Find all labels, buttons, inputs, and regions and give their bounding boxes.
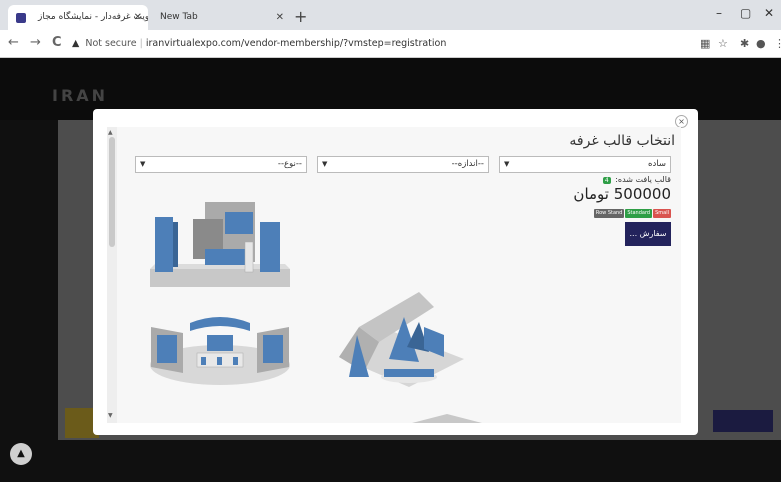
- site-logo: IRAN: [52, 86, 109, 105]
- template-kind-select[interactable]: --نوع-- ▼: [135, 156, 307, 173]
- url-text: iranvirtualexpo.com/vendor-membership/?v…: [145, 38, 447, 49]
- menu-icon[interactable]: ⋮: [774, 37, 781, 50]
- favicon-icon: [16, 13, 26, 23]
- booth-template-4[interactable]: [407, 412, 487, 423]
- modal-title: انتخاب قالب غرفه: [569, 133, 675, 149]
- chevron-down-icon: ▼: [140, 160, 146, 168]
- badge-row-stand: Row Stand: [593, 209, 625, 218]
- template-size-select[interactable]: --اندازه-- ▼: [317, 156, 489, 173]
- tab-active[interactable]: عضویت غرفه‌دار - نمایشگاه مجاز ✕: [8, 5, 148, 30]
- star-icon[interactable]: ☆: [718, 37, 728, 50]
- booth-template-1[interactable]: [145, 197, 295, 297]
- tab-title: New Tab: [160, 12, 198, 22]
- translate-icon[interactable]: ▦: [700, 37, 710, 50]
- badge-standard: Standard: [625, 209, 653, 218]
- minimize-button[interactable]: –: [716, 6, 722, 20]
- scroll-up-arrow-icon[interactable]: ▲: [108, 129, 113, 136]
- booth-template-modal: × ▲ ▼ انتخاب قالب غرفه ساده ▼ --اندازه--…: [93, 109, 698, 435]
- browser-toolbar: ← → C ▲ Not secure | iranvirtualexpo.com…: [0, 30, 781, 58]
- close-window-button[interactable]: ✕: [764, 6, 774, 20]
- booth-template-3[interactable]: [329, 287, 469, 402]
- chevron-down-icon: ▼: [504, 160, 510, 168]
- template-type-select[interactable]: ساده ▼: [499, 156, 671, 173]
- booth-template-2[interactable]: [145, 305, 295, 395]
- profile-icon[interactable]: ●: [756, 37, 766, 50]
- modal-scrollbar[interactable]: ▲ ▼: [107, 127, 117, 423]
- reload-button[interactable]: C: [52, 35, 62, 50]
- modal-body: ▲ ▼ انتخاب قالب غرفه ساده ▼ --اندازه-- ▼…: [107, 127, 681, 423]
- price-label: 500000 تومان: [573, 185, 671, 203]
- badge-group: Row Stand Standard Small: [593, 209, 671, 218]
- browser-tab-bar: عضویت غرفه‌دار - نمایشگاه مجاز ✕ New Tab…: [0, 0, 781, 30]
- badge-small: Small: [653, 209, 671, 218]
- order-button[interactable]: سفارش ...: [625, 222, 671, 246]
- forward-button[interactable]: →: [30, 35, 41, 50]
- extensions-icon[interactable]: ✱: [740, 37, 749, 50]
- security-label: Not secure: [85, 38, 137, 49]
- scroll-down-arrow-icon[interactable]: ▼: [108, 412, 113, 419]
- close-icon[interactable]: ✕: [276, 5, 284, 30]
- tab-new-tab[interactable]: New Tab ✕: [150, 5, 290, 30]
- new-tab-button[interactable]: +: [294, 7, 307, 26]
- chevron-down-icon: ▼: [322, 160, 328, 168]
- tab-title: عضویت غرفه‌دار - نمایشگاه مجاز: [38, 12, 148, 22]
- scroll-up-icon[interactable]: ▲: [10, 443, 32, 465]
- close-icon[interactable]: ✕: [134, 5, 142, 30]
- side-button: [713, 410, 773, 432]
- found-count-badge: 4: [602, 177, 611, 184]
- scrollbar-thumb[interactable]: [109, 137, 115, 247]
- found-count-label: قالب یافت شده: 4: [602, 175, 671, 184]
- back-button[interactable]: ←: [8, 35, 19, 50]
- maximize-button[interactable]: ▢: [740, 6, 751, 20]
- address-bar[interactable]: ▲ Not secure | iranvirtualexpo.com/vendo…: [72, 34, 692, 54]
- warning-icon: ▲: [72, 38, 80, 49]
